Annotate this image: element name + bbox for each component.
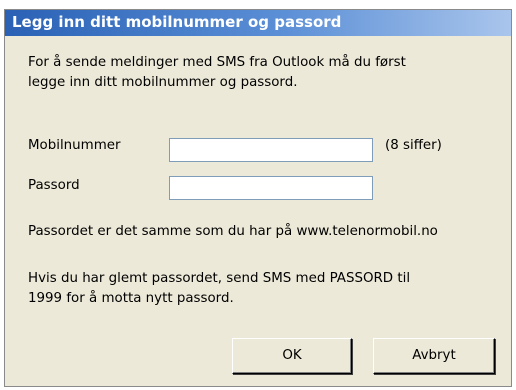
mobile-number-hint: (8 siffer) [385, 138, 442, 153]
intro-line-1: For å sende meldinger med SMS fra Outloo… [28, 55, 406, 70]
intro-text: For å sende meldinger med SMS fra Outloo… [28, 53, 406, 93]
forgot-line-2: 1999 for å motta nytt passord. [28, 291, 234, 306]
password-label: Passord [28, 178, 80, 193]
login-dialog: Legg inn ditt mobilnummer og passord For… [4, 9, 512, 387]
dialog-title: Legg inn ditt mobilnummer og passord [12, 13, 342, 31]
password-note: Passordet er det samme som du har på www… [28, 224, 438, 239]
title-bar[interactable]: Legg inn ditt mobilnummer og passord [5, 10, 511, 36]
forgot-line-1: Hvis du har glemt passordet, send SMS me… [28, 271, 411, 286]
forgot-password-text: Hvis du har glemt passordet, send SMS me… [28, 269, 410, 309]
mobile-number-label: Mobilnummer [28, 138, 121, 153]
mobile-number-input[interactable] [169, 138, 373, 162]
intro-line-2: legge inn ditt mobilnummer og passord. [28, 75, 298, 90]
ok-button[interactable]: OK [232, 338, 352, 374]
cancel-button[interactable]: Avbryt [373, 338, 495, 374]
password-input[interactable] [169, 176, 373, 200]
